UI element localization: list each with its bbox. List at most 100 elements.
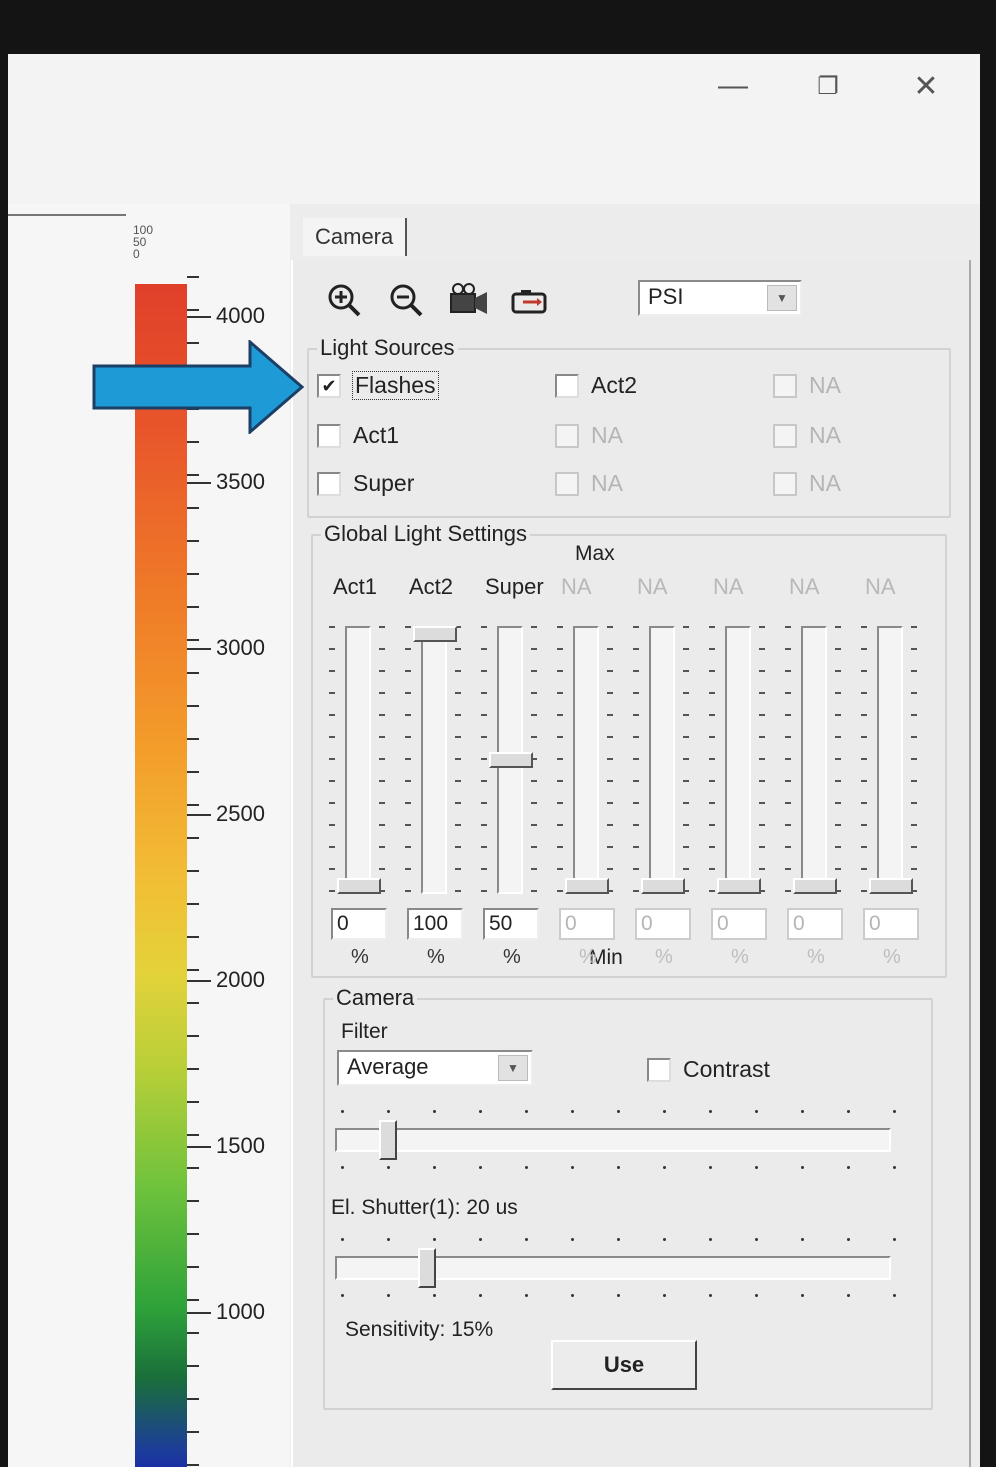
light-source-checkbox[interactable]: ✔ Flashes xyxy=(317,371,439,400)
checkbox-box[interactable] xyxy=(555,471,579,496)
slider-tick xyxy=(329,780,335,782)
checkbox-box[interactable] xyxy=(317,471,341,496)
title-bar: — ❐ ✕ xyxy=(8,54,980,204)
scale-major-tick xyxy=(187,482,211,484)
slider-tick xyxy=(633,824,639,826)
slider-tick xyxy=(481,670,487,672)
checkbox-box[interactable] xyxy=(555,423,579,448)
video-camera-icon[interactable] xyxy=(447,280,491,320)
light-source-checkbox[interactable]: NA xyxy=(773,422,841,449)
light-slider-track[interactable] xyxy=(345,626,371,894)
channel-label: NA xyxy=(713,574,744,599)
maximize-button[interactable]: ❐ xyxy=(808,68,848,104)
checkbox-box[interactable] xyxy=(773,471,797,496)
mini-legend-label: 0 xyxy=(133,247,140,261)
light-slider-thumb[interactable] xyxy=(641,878,685,894)
slider-tick xyxy=(455,846,461,848)
slider-tick xyxy=(481,890,487,892)
channel-value-input[interactable]: 0 xyxy=(331,908,387,940)
minimize-button[interactable]: — xyxy=(713,68,753,104)
checkbox-box[interactable] xyxy=(555,373,579,398)
zoom-out-icon[interactable] xyxy=(385,280,429,320)
slider-thumb[interactable] xyxy=(417,1248,436,1288)
contrast-checkbox[interactable]: Contrast xyxy=(647,1056,770,1083)
camera-swap-icon[interactable] xyxy=(509,280,553,320)
channel-value-input[interactable]: 0 xyxy=(635,908,691,940)
slider-tick xyxy=(861,670,867,672)
channel-value-input[interactable]: 0 xyxy=(787,908,843,940)
slider-tick xyxy=(329,648,335,650)
mode-select[interactable]: PSI ▼ xyxy=(638,280,802,316)
checkbox-box[interactable] xyxy=(773,423,797,448)
light-slider-thumb[interactable] xyxy=(565,878,609,894)
chevron-down-icon[interactable]: ▼ xyxy=(498,1055,528,1081)
light-slider-thumb[interactable] xyxy=(337,878,381,894)
light-source-checkbox[interactable]: NA xyxy=(773,470,841,497)
tab-camera[interactable]: Camera xyxy=(303,218,408,256)
light-slider-thumb[interactable] xyxy=(793,878,837,894)
slider-tick xyxy=(557,802,563,804)
light-source-checkbox[interactable]: Act1 xyxy=(317,422,399,449)
slider-thumb[interactable] xyxy=(379,1120,398,1160)
chevron-down-icon[interactable]: ▼ xyxy=(767,285,797,311)
light-slider-track[interactable] xyxy=(801,626,827,894)
light-source-checkbox[interactable]: Act2 xyxy=(555,372,637,399)
light-slider-thumb[interactable] xyxy=(869,878,913,894)
light-slider-track[interactable] xyxy=(573,626,599,894)
camera-tab-body: PSI ▼ Light Sources ✔ Flashes Act2 NA Act1 NA… xyxy=(291,260,971,1467)
scale-minor-tick xyxy=(187,441,199,443)
light-slider-thumb[interactable] xyxy=(413,626,457,642)
slider-tick xyxy=(759,736,765,738)
scale-minor-tick xyxy=(187,738,199,740)
channel-value-input[interactable]: 100 xyxy=(407,908,463,940)
slider-tick xyxy=(633,626,639,628)
slider-tick xyxy=(557,780,563,782)
slider-tick xyxy=(633,846,639,848)
slider-tick xyxy=(835,736,841,738)
slider-dot xyxy=(341,1166,344,1169)
slider-tick xyxy=(683,714,689,716)
slider-tick xyxy=(557,692,563,694)
slider-tick xyxy=(379,758,385,760)
light-slider-track[interactable] xyxy=(649,626,675,894)
channel-value-input[interactable]: 0 xyxy=(711,908,767,940)
checkbox-box[interactable] xyxy=(773,373,797,398)
slider-tick xyxy=(329,846,335,848)
slider-tick xyxy=(379,824,385,826)
slider-tick xyxy=(379,626,385,628)
light-slider-track[interactable] xyxy=(877,626,903,894)
checkbox-box[interactable] xyxy=(317,423,341,448)
checkbox-box[interactable] xyxy=(647,1057,671,1082)
light-slider-thumb[interactable] xyxy=(489,752,533,768)
checkmark-icon[interactable]: ✔ xyxy=(317,373,341,398)
light-slider-thumb[interactable] xyxy=(717,878,761,894)
scale-minor-tick xyxy=(187,1068,199,1070)
slider-tick xyxy=(607,802,613,804)
light-source-checkbox[interactable]: NA xyxy=(555,422,623,449)
close-button[interactable]: ✕ xyxy=(906,68,946,104)
light-source-checkbox[interactable]: NA xyxy=(773,372,841,399)
zoom-in-icon[interactable] xyxy=(323,280,367,320)
slider-tick xyxy=(607,670,613,672)
slider-tick xyxy=(861,648,867,650)
slider-dot xyxy=(893,1294,896,1297)
channel-label: NA xyxy=(561,574,592,599)
highlight-arrow xyxy=(92,340,305,434)
light-source-checkbox[interactable]: NA xyxy=(555,470,623,497)
channel-value-input[interactable]: 0 xyxy=(863,908,919,940)
channel-value-input[interactable]: 0 xyxy=(559,908,615,940)
scale-minor-tick xyxy=(187,1002,199,1004)
light-source-checkbox[interactable]: Super xyxy=(317,470,414,497)
slider-dot xyxy=(479,1110,482,1113)
channel-value-input[interactable]: 50 xyxy=(483,908,539,940)
slider-tick xyxy=(835,670,841,672)
channel-label: NA xyxy=(865,574,896,599)
slider-track[interactable] xyxy=(335,1128,891,1152)
global-light-group: Global Light Settings Max Min Act1 0% Act2… xyxy=(311,521,947,978)
filter-select[interactable]: Average ▼ xyxy=(337,1050,533,1086)
light-slider-track[interactable] xyxy=(725,626,751,894)
mini-legend: 100 50 0 xyxy=(133,224,153,260)
slider-tick xyxy=(405,758,411,760)
light-slider-track[interactable] xyxy=(421,626,447,894)
use-button[interactable]: Use xyxy=(551,1340,697,1390)
